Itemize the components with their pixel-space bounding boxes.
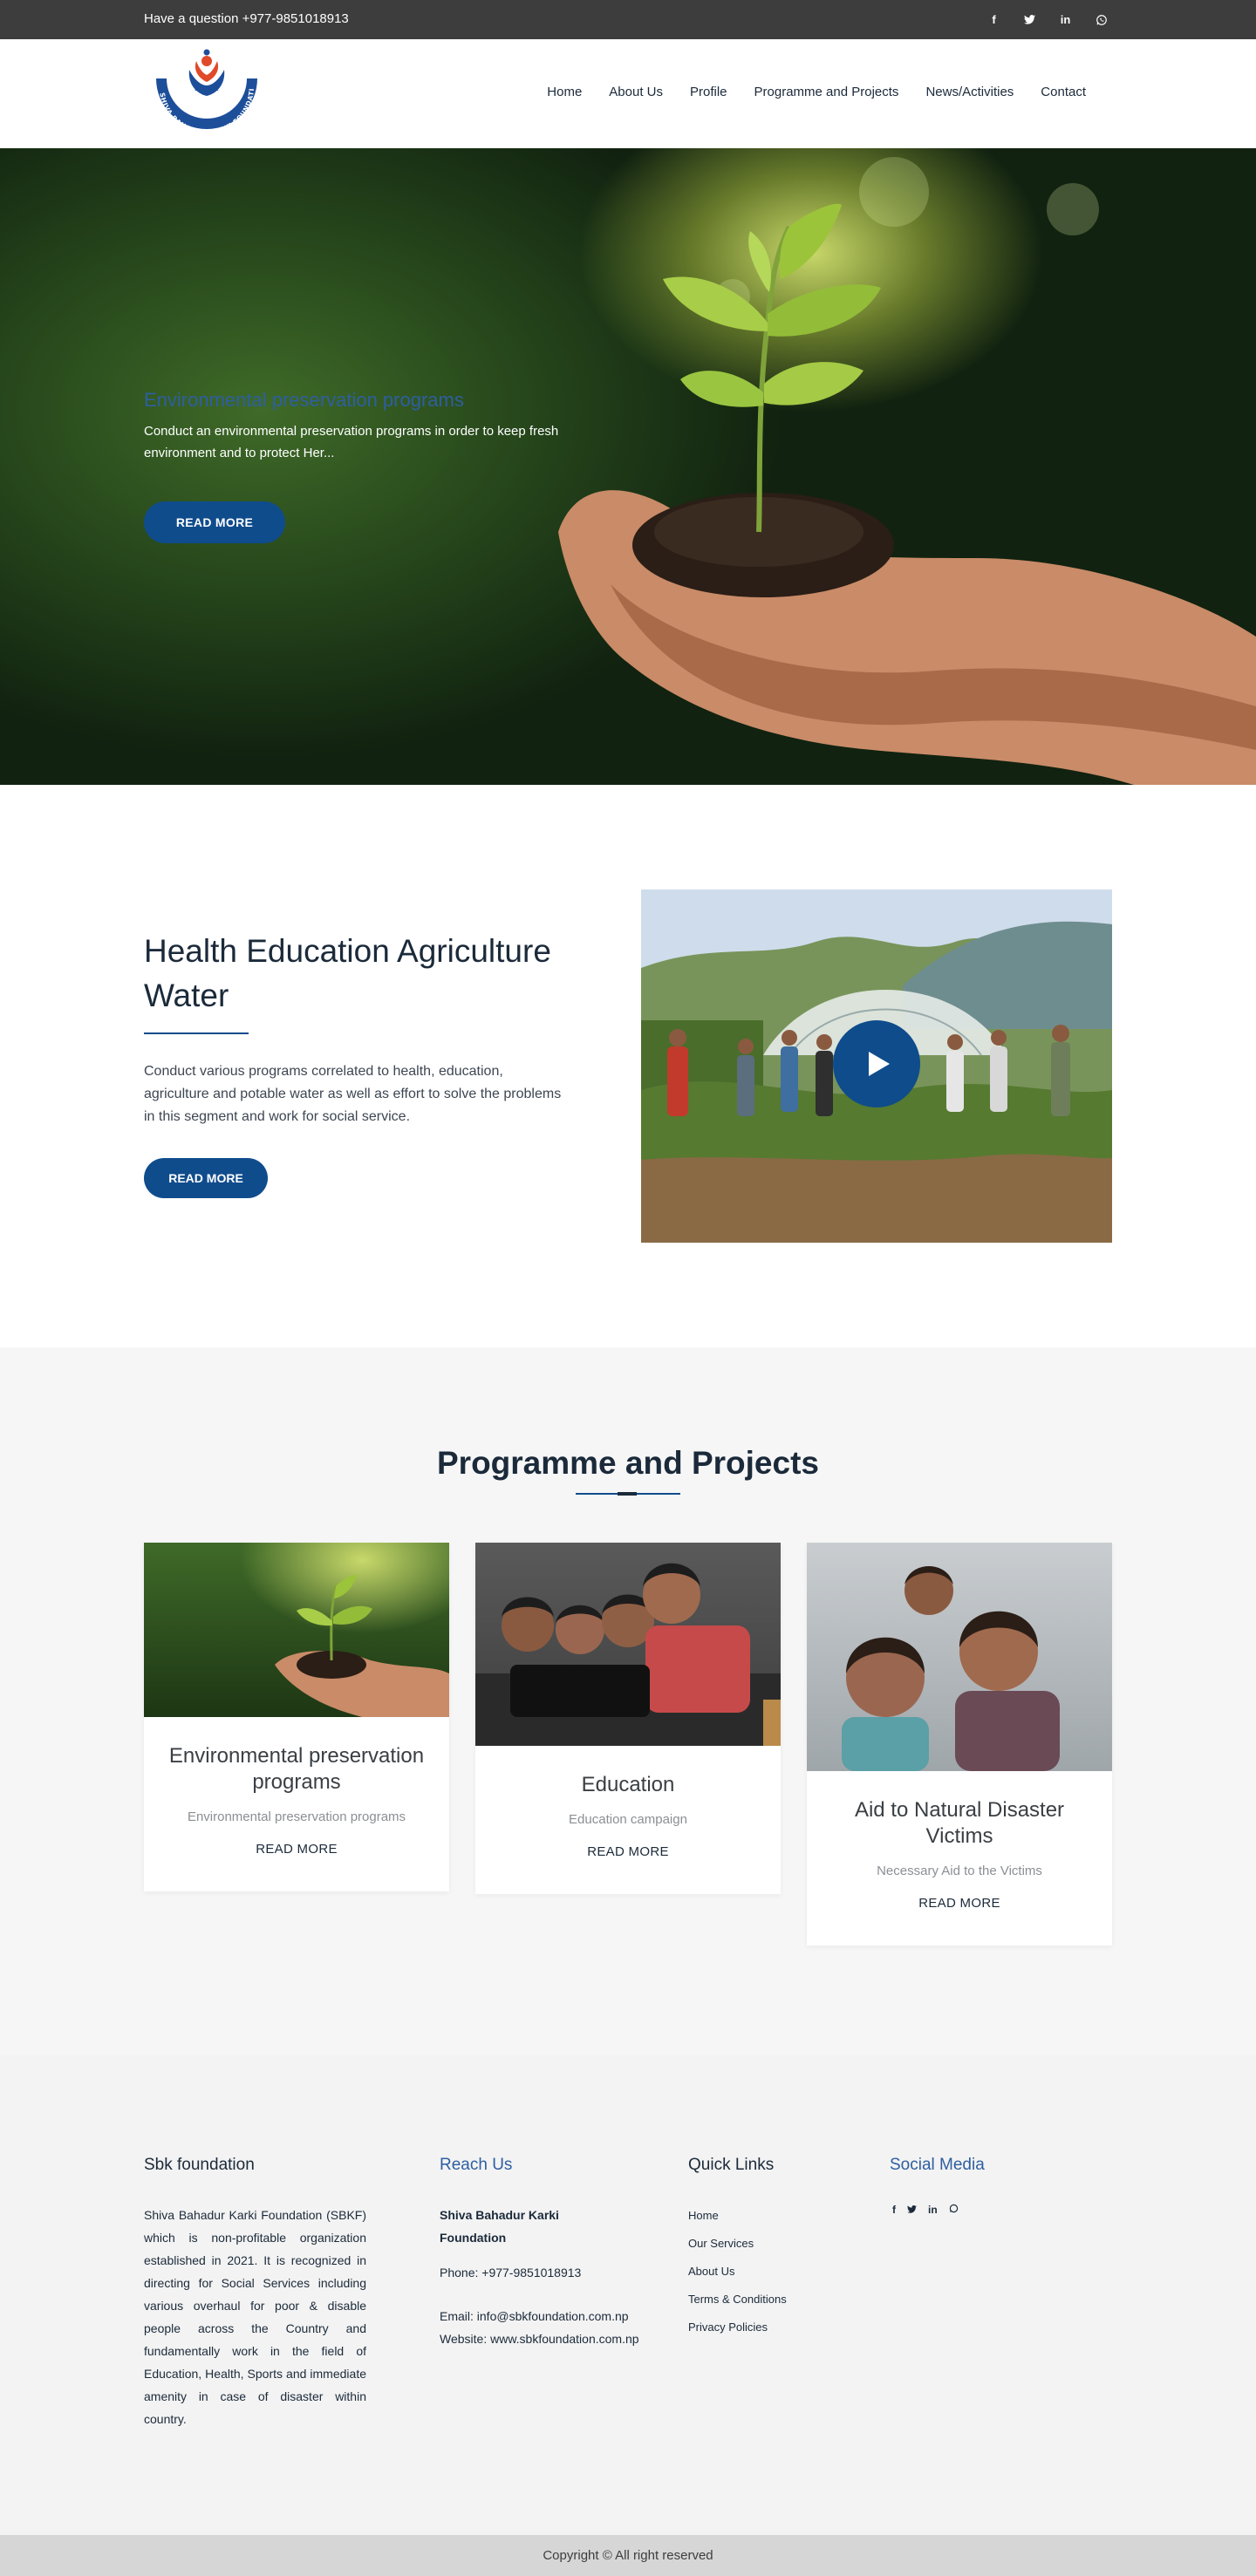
foundation-logo[interactable]: SHIVA BAHADUR KARKI FOUNDATION ESTD 2021 [141, 37, 270, 144]
disaster-victims-image [842, 1566, 1060, 1771]
facebook-icon[interactable]: f [892, 2204, 896, 2216]
footer-link-privacy[interactable]: Privacy Policies [688, 2314, 787, 2341]
top-bar: Have a question +977-9851018913 f in [0, 0, 1256, 39]
hero-plant-image [558, 203, 1256, 785]
linkedin-icon[interactable]: in [928, 2204, 938, 2216]
programme-divider-accent [618, 1492, 637, 1496]
programme-card[interactable]: Environmental preservation programs Envi… [144, 1543, 449, 1891]
footer-link-about[interactable]: About Us [688, 2258, 787, 2286]
programme-card-subtitle: Education campaign [569, 1812, 687, 1827]
play-triangle [869, 1052, 890, 1076]
top-social-links: f in [983, 9, 1112, 31]
intro-divider [144, 1032, 249, 1034]
footer-about-text: Shiva Bahadur Karki Foundation (SBKF) wh… [144, 2208, 366, 2426]
programme-card-title: Aid to Natural Disaster Victims [854, 1798, 1065, 1848]
intro-video[interactable] [641, 889, 1112, 1243]
programme-card[interactable]: Education Education campaign READ MORE [475, 1543, 781, 1894]
footer-phone[interactable]: Phone: +977-9851018913 [440, 2261, 666, 2284]
twitter-icon[interactable] [1019, 9, 1041, 31]
contact-question: Have a question +977-9851018913 [144, 11, 349, 26]
site-footer: Sbk foundation Shiva Bahadur Karki Found… [0, 2055, 1256, 2535]
programme-card[interactable]: Aid to Natural Disaster Victims Necessar… [807, 1543, 1112, 1946]
footer-social-title: Social Media [890, 2156, 985, 2174]
site-header: SHIVA BAHADUR KARKI FOUNDATION ESTD 2021… [0, 37, 1256, 148]
intro-text: Conduct various programs correlated to h… [144, 1064, 562, 1124]
programme-card-read-more[interactable]: READ MORE [475, 1844, 781, 1894]
footer-website[interactable]: Website: www.sbkfoundation.com.np [440, 2327, 666, 2350]
footer-link-terms[interactable]: Terms & Conditions [688, 2286, 787, 2314]
programme-section: Programme and Projects Environmental pre… [0, 1347, 1256, 2055]
copyright-bar: Copyright © All right reserved [0, 2535, 1256, 2576]
footer-org-name: Shiva Bahadur Karki Foundation [440, 2208, 559, 2245]
hero-title: Environmental preservation programs [144, 389, 464, 411]
children-classroom-image [475, 1563, 781, 1746]
hero-slider: Environmental preservation programs Cond… [0, 148, 1256, 785]
nav-programme-projects[interactable]: Programme and Projects [754, 85, 899, 99]
programme-card-image [807, 1543, 1112, 1771]
footer-social-links: f in [892, 2204, 959, 2216]
footer-email[interactable]: Email: info@sbkfoundation.com.np [440, 2305, 666, 2327]
twitter-icon[interactable] [907, 2204, 917, 2216]
footer-quick-links: Home Our Services About Us Terms & Condi… [688, 2202, 787, 2341]
whatsapp-icon[interactable] [1090, 9, 1112, 31]
main-nav: Home About Us Profile Programme and Proj… [547, 85, 1086, 99]
programme-card-subtitle: Environmental preservation programs [187, 1809, 406, 1824]
footer-link-home[interactable]: Home [688, 2202, 787, 2230]
footer-links-title: Quick Links [688, 2156, 775, 2174]
nav-about-us[interactable]: About Us [609, 85, 663, 99]
linkedin-icon[interactable]: in [1055, 9, 1076, 31]
footer-reach-title: Reach Us [440, 2156, 513, 2174]
whatsapp-icon[interactable] [949, 2204, 959, 2216]
footer-contact-info: Shiva Bahadur Karki Foundation Phone: +9… [440, 2204, 666, 2350]
nav-home[interactable]: Home [547, 85, 582, 99]
hero-read-more-button[interactable]: READ MORE [144, 501, 285, 543]
facebook-icon[interactable]: f [983, 9, 1005, 31]
nav-news-activities[interactable]: News/Activities [925, 85, 1014, 99]
programme-card-image [475, 1543, 781, 1746]
programme-card-read-more[interactable]: READ MORE [807, 1896, 1112, 1946]
footer-link-services[interactable]: Our Services [688, 2230, 787, 2258]
footer-about-title: Sbk foundation [144, 2156, 255, 2174]
intro-read-more-button[interactable]: READ MORE [144, 1158, 268, 1198]
nav-profile[interactable]: Profile [690, 85, 727, 99]
hero-description: Conduct an environmental preservation pr… [144, 424, 559, 460]
programme-card-title: Environmental preservation programs [168, 1744, 425, 1794]
intro-title: Health Education Agriculture Water [144, 933, 551, 1013]
programme-card-read-more[interactable]: READ MORE [144, 1842, 449, 1891]
programme-card-title: Education [581, 1773, 675, 1796]
programme-title: Programme and Projects [437, 1445, 819, 1481]
programme-card-subtitle: Necessary Aid to the Victims [877, 1864, 1042, 1878]
nav-contact[interactable]: Contact [1041, 85, 1086, 99]
programme-card-image [144, 1543, 449, 1717]
logo-estd: ESTD 2021 [195, 87, 219, 92]
plant-image [275, 1575, 449, 1717]
play-icon[interactable] [833, 1020, 920, 1107]
